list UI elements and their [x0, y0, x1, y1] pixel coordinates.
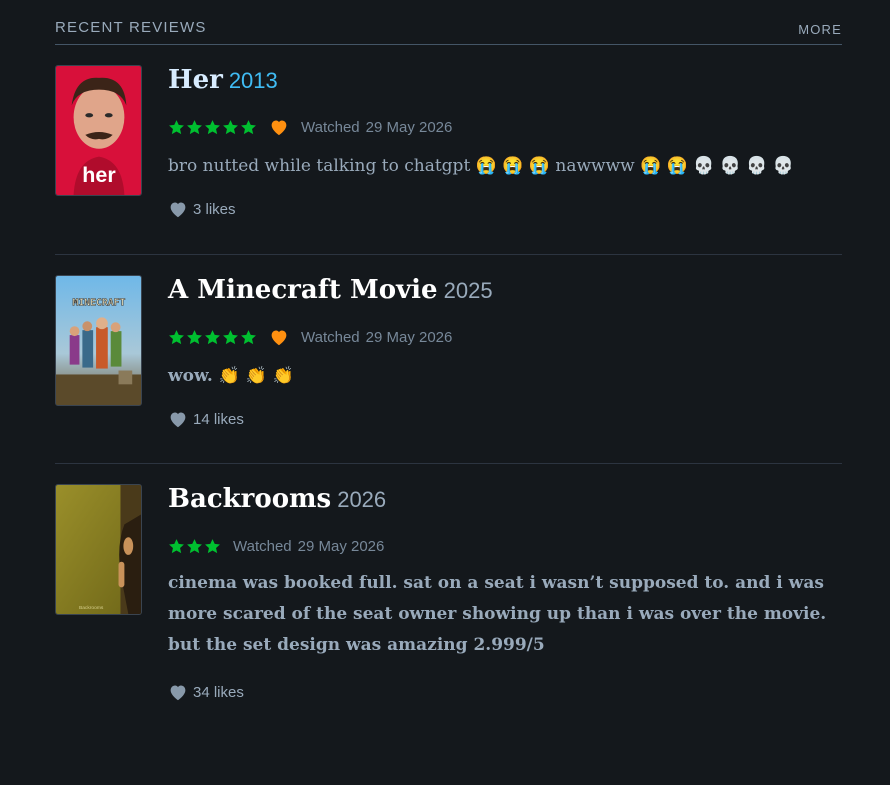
heart-icon [170, 412, 186, 428]
film-year[interactable]: 2013 [229, 68, 278, 93]
star-icon [186, 119, 203, 136]
star-icon [240, 119, 257, 136]
star-icon [204, 538, 221, 555]
review-text: wow. 👏 👏 👏 [168, 366, 295, 386]
film-year[interactable]: 2025 [444, 278, 493, 303]
star-icon [204, 329, 221, 346]
watched-date: 29 May 2026 [365, 118, 453, 136]
likes-count: 34 likes [193, 683, 244, 701]
star-icon [240, 329, 257, 346]
review-item: her Her 2013 Watched 29 May 2026 bro nutte… [55, 65, 842, 255]
section-title: RECENT REVIEWS [55, 19, 207, 36]
liked-heart-icon [269, 118, 289, 136]
watched-date: 29 May 2026 [297, 537, 385, 555]
star-rating [168, 538, 221, 555]
watched-label: Watched [301, 328, 360, 346]
star-icon [186, 538, 203, 555]
review-item: Backrooms Backrooms 2026 Watched 29 May 20… [55, 484, 842, 724]
poster-text: Backrooms [79, 605, 104, 611]
review-text: cinema was booked full. sat on a seat i … [168, 573, 827, 655]
film-year[interactable]: 2026 [337, 487, 386, 512]
star-rating [168, 329, 257, 346]
likes-count: 3 likes [193, 200, 236, 218]
film-title[interactable]: Her [168, 65, 223, 95]
liked-heart-icon [269, 328, 289, 346]
star-icon [168, 538, 185, 555]
likes-button[interactable]: 3 likes [168, 200, 842, 218]
star-icon [168, 119, 185, 136]
heart-icon [170, 202, 186, 218]
film-title[interactable]: Backrooms [168, 484, 331, 514]
watched-label: Watched [233, 537, 292, 555]
poster-text: MINECRAFT [73, 298, 126, 309]
film-poster[interactable]: MINECRAFT [55, 275, 142, 406]
recent-reviews-header: RECENT REVIEWS MORE [55, 18, 842, 45]
watched-date: 29 May 2026 [365, 328, 453, 346]
review-item: MINECRAFT A Minecraft Movie 2025 Watched… [55, 275, 842, 464]
film-poster[interactable]: Backrooms [55, 484, 142, 615]
watched-info: Watched 29 May 2026 [233, 538, 384, 555]
star-rating [168, 119, 257, 136]
likes-button[interactable]: 14 likes [168, 410, 842, 428]
star-icon [222, 119, 239, 136]
poster-text: her [82, 162, 116, 187]
watched-info: Watched 29 May 2026 [301, 329, 452, 346]
likes-button[interactable]: 34 likes [168, 683, 842, 701]
star-icon [204, 119, 221, 136]
film-title[interactable]: A Minecraft Movie [168, 275, 438, 305]
film-poster[interactable]: her [55, 65, 142, 196]
heart-icon [170, 685, 186, 701]
review-text: bro nutted while talking to chatgpt 😭 😭 … [168, 156, 795, 176]
likes-count: 14 likes [193, 410, 244, 428]
star-icon [186, 329, 203, 346]
watched-label: Watched [301, 118, 360, 136]
watched-info: Watched 29 May 2026 [301, 119, 452, 136]
star-icon [222, 329, 239, 346]
more-link[interactable]: MORE [798, 22, 842, 37]
star-icon [168, 329, 185, 346]
